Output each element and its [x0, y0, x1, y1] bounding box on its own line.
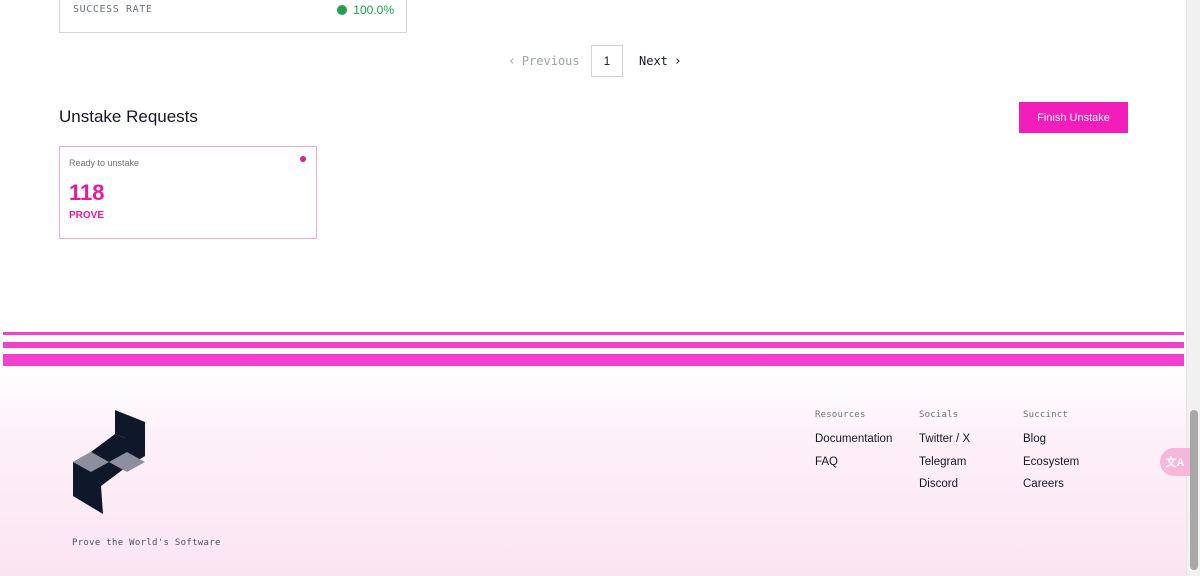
chevron-right-icon: ›	[673, 53, 682, 69]
footer-heading: Socials	[919, 410, 959, 420]
unstake-request-card[interactable]: Ready to unstake 118 PROVE	[59, 146, 317, 239]
footer-heading: Succinct	[1023, 410, 1068, 420]
page-number-button[interactable]: 1	[591, 45, 623, 77]
footer-link-faq[interactable]: FAQ	[815, 456, 892, 471]
section-title: Unstake Requests	[59, 107, 198, 126]
decorative-stripe	[3, 354, 1184, 366]
next-page-button[interactable]: Next ›	[639, 54, 682, 68]
previous-label: Previous	[521, 54, 580, 68]
success-rate-value: 100.0%	[353, 3, 394, 17]
footer-link-twitter[interactable]: Twitter / X	[919, 433, 970, 448]
status-dot-icon	[300, 156, 306, 162]
finish-unstake-button[interactable]: Finish Unstake	[1019, 102, 1128, 133]
translate-icon[interactable]: 文A	[1160, 448, 1190, 476]
footer-column-socials: Socials Twitter / X Telegram Discord	[919, 410, 970, 501]
footer: Prove the World's Software Resources Doc…	[0, 366, 1186, 576]
footer-link-documentation[interactable]: Documentation	[815, 433, 892, 448]
footer-link-ecosystem[interactable]: Ecosystem	[1023, 456, 1079, 471]
scrollbar-thumb[interactable]	[1190, 410, 1198, 570]
footer-link-careers[interactable]: Careers	[1023, 478, 1079, 493]
stats-card: SUCCESS RATE 100.0%	[59, 0, 407, 33]
footer-column-resources: Resources Documentation FAQ	[815, 410, 892, 478]
pagination: ‹ Previous 1 Next ›	[508, 45, 682, 77]
status-dot-icon	[337, 5, 348, 15]
unstake-amount: 118	[69, 180, 105, 205]
success-rate-label: SUCCESS RATE	[73, 4, 153, 15]
footer-column-succinct: Succinct Blog Ecosystem Careers	[1023, 410, 1079, 501]
decorative-stripe	[3, 332, 1184, 335]
footer-heading: Resources	[815, 410, 866, 420]
previous-page-button[interactable]: ‹ Previous	[508, 54, 591, 68]
vertical-scrollbar[interactable]	[1186, 0, 1200, 576]
unstake-status: Ready to unstake	[69, 158, 140, 168]
footer-tagline: Prove the World's Software	[72, 538, 221, 548]
footer-link-blog[interactable]: Blog	[1023, 433, 1079, 448]
success-rate-value-wrap: 100.0%	[337, 3, 394, 17]
footer-link-telegram[interactable]: Telegram	[919, 456, 970, 471]
succinct-logo-icon[interactable]	[71, 410, 147, 514]
unstake-unit: PROVE	[69, 210, 105, 221]
next-label: Next	[639, 54, 668, 68]
page: SUCCESS RATE 100.0% ‹ Previous 1 Next › …	[0, 0, 1186, 576]
decorative-stripe	[3, 342, 1184, 348]
footer-link-discord[interactable]: Discord	[919, 478, 970, 493]
chevron-left-icon: ‹	[508, 53, 516, 69]
